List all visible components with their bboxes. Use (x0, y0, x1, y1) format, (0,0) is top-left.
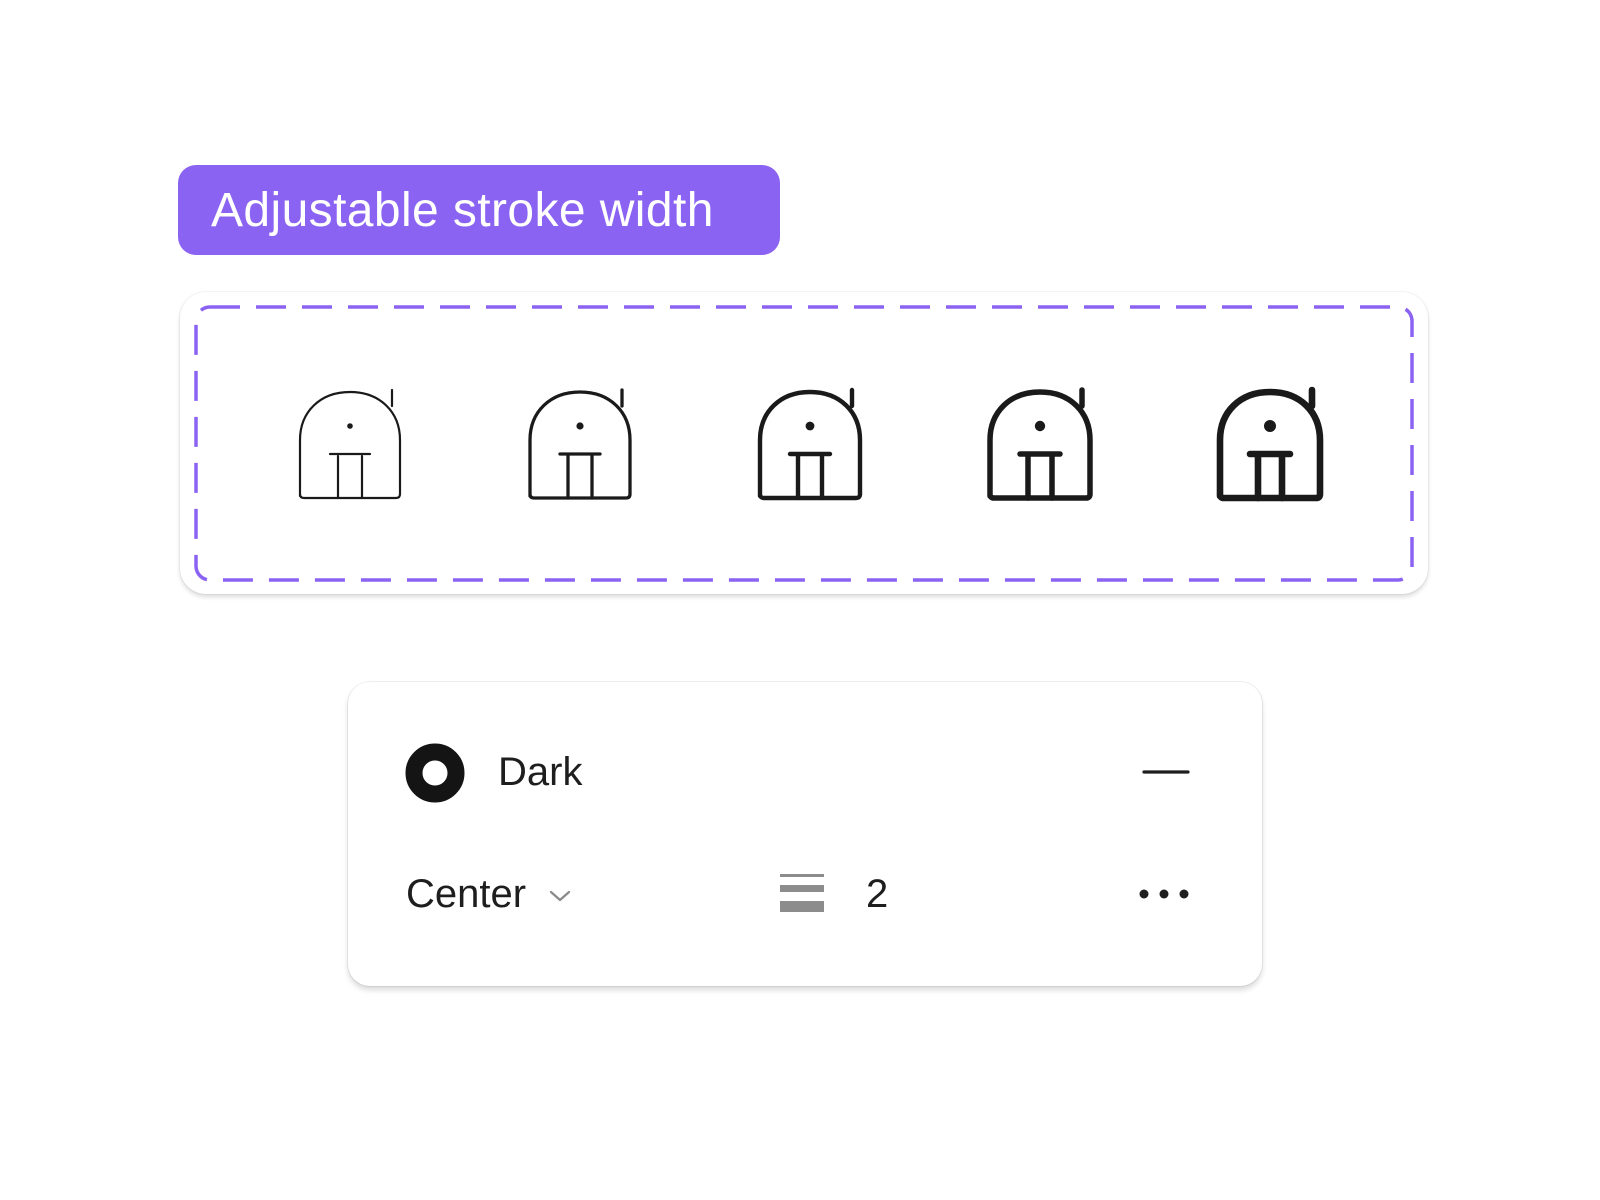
stroke-align-dropdown[interactable]: Center (406, 866, 572, 922)
feature-badge: Adjustable stroke width (178, 165, 780, 255)
minus-icon (1142, 770, 1190, 774)
android-icon (740, 378, 880, 510)
android-icon (280, 378, 420, 510)
stroke-align-label: Center (406, 872, 527, 916)
stroke-settings-row: Center 2 (348, 832, 1262, 986)
stroke-weight-field[interactable]: 2 (778, 866, 888, 922)
feature-badge-label: Adjustable stroke width (211, 183, 714, 237)
more-horizontal-icon (1139, 889, 1189, 899)
stroke-weight-value: 2 (866, 872, 889, 916)
stroke-properties-panel: Dark Center 2 (348, 682, 1262, 986)
remove-stroke-button[interactable] (1138, 756, 1194, 792)
donut-swatch-icon[interactable] (404, 742, 466, 804)
more-options-button[interactable] (1134, 872, 1198, 916)
android-icon (970, 378, 1110, 510)
stroke-weight-icon (778, 870, 826, 918)
canvas: Adjustable stroke width Dark Center 2 (0, 0, 1600, 1200)
android-icon (510, 378, 650, 510)
icon-variants-row (180, 292, 1428, 594)
stroke-width-showcase (180, 292, 1428, 594)
android-icon (1200, 378, 1340, 510)
stroke-color-row: Dark (348, 682, 1262, 832)
chevron-down-icon (548, 888, 572, 904)
stroke-color-label[interactable]: Dark (498, 748, 582, 796)
